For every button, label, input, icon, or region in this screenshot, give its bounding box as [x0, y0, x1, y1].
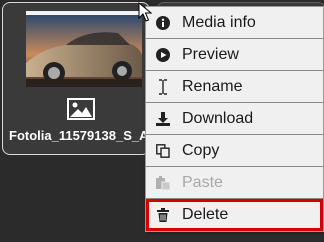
menu-item-label: Media info: [182, 13, 256, 31]
trash-icon: [156, 207, 170, 223]
menu-item-preview[interactable]: Preview: [146, 39, 323, 71]
context-menu: Media info Preview Rename Download Copy …: [145, 6, 324, 232]
menu-item-label: Paste: [182, 173, 223, 191]
mouse-pointer-icon: [138, 1, 153, 22]
text-cursor-icon: [156, 78, 170, 95]
menu-item-paste[interactable]: Paste: [146, 167, 323, 199]
media-tile[interactable]: Fotolia_11579138_S_A: [2, 2, 150, 155]
info-icon: [156, 15, 170, 31]
menu-item-label: Preview: [182, 45, 239, 63]
menu-item-label: Delete: [182, 206, 229, 223]
media-filename: Fotolia_11579138_S_A: [9, 128, 149, 143]
paste-icon: [156, 175, 170, 191]
menu-item-label: Copy: [182, 141, 220, 159]
menu-item-delete[interactable]: Delete: [146, 199, 323, 231]
menu-item-label: Download: [182, 109, 254, 127]
menu-item-label: Rename: [182, 77, 243, 95]
menu-item-rename[interactable]: Rename: [146, 71, 323, 103]
image-icon: [67, 98, 95, 120]
media-thumbnail[interactable]: [26, 11, 142, 87]
menu-item-copy[interactable]: Copy: [146, 135, 323, 167]
copy-icon: [156, 143, 170, 159]
download-icon: [156, 111, 170, 127]
play-icon: [156, 47, 170, 63]
menu-item-media-info[interactable]: Media info: [146, 7, 323, 39]
menu-item-download[interactable]: Download: [146, 103, 323, 135]
